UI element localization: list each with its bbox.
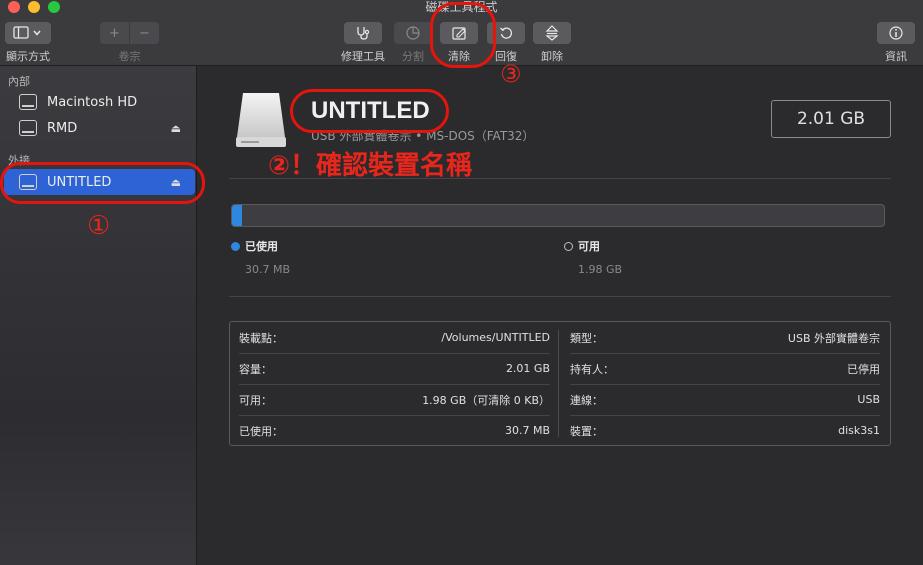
info-row-connection: 連線： USB [570,384,880,415]
used-label: 已使用 [245,240,278,253]
info-value: 30.7 MB [504,424,550,437]
info-key: 裝置： [570,424,603,438]
unmount-icon [545,25,559,41]
info-row-device: 裝置： disk3s1 [570,415,880,446]
info-key: 持有人： [570,362,614,376]
sidebar-toggle-icon [13,26,41,39]
partition-label: 分割 [402,50,424,63]
usage-bar [231,204,885,227]
info-key: 連線： [570,393,603,407]
info-value: USB 外部實體卷宗 [787,331,880,345]
internal-disk-icon [19,94,37,110]
free-value: 1.98 GB [578,263,623,276]
annotation-step-2: ②！確認裝置名稱 [268,151,473,181]
info-value: 2.01 GB [505,362,550,375]
divider [229,296,891,297]
info-value: 已停用 [847,362,880,376]
info-key: 容量： [239,362,272,376]
info-value: USB [857,393,880,406]
info-row-used: 已使用： 30.7 MB [239,415,550,446]
info-value: disk3s1 [838,424,880,437]
stethoscope-icon [357,27,370,40]
used-dot-icon [231,242,240,251]
usage-bar-used [232,205,242,226]
used-value: 30.7 MB [245,263,291,276]
sidebar-item-label: RMD [47,120,78,136]
restore-icon [500,27,513,39]
info-value: /Volumes/UNTITLED [441,331,550,344]
info-key: 可用： [239,393,272,407]
sidebar-item-macintosh-hd[interactable]: Macintosh HD [4,89,195,115]
partition-button[interactable] [394,22,432,44]
view-control[interactable]: 顯示方式 [5,22,51,64]
first-aid-button[interactable] [344,22,382,44]
add-volume-button[interactable]: + [100,22,129,44]
annotation-step-3: ③ [500,60,522,88]
annotation-circle-volume-name [290,89,449,133]
volume-control: + − 卷宗 [100,22,159,64]
sidebar-item-rmd[interactable]: RMD ⏏ [4,115,195,141]
info-key: 已使用： [239,424,283,438]
free-dot-icon [564,242,573,251]
view-label: 顯示方式 [6,50,50,63]
volume-detail-pane: UNTITLED USB 外部實體卷宗 • MS-DOS（FAT32） 2.01… [198,66,923,565]
annotation-circle-erase [430,2,496,68]
first-aid-label: 修理工具 [341,50,385,63]
free-label: 可用 [578,240,600,253]
column-separator [558,330,559,437]
free-legend: 可用 1.98 GB [564,238,622,276]
view-button[interactable] [5,22,51,44]
used-legend: 已使用 30.7 MB [231,238,290,276]
remove-volume-button[interactable]: − [130,22,159,44]
capacity-badge: 2.01 GB [771,100,891,138]
info-row-capacity: 容量： 2.01 GB [239,353,550,384]
eject-icon[interactable]: ⏏ [171,122,181,135]
annotation-step-1: ① [87,211,111,241]
info-row-type: 類型： USB 外部實體卷宗 [570,322,880,353]
partition-control[interactable]: 分割 [394,22,432,64]
info-key: 類型： [570,331,603,345]
external-drive-icon [236,93,286,147]
info-row-mount-point: 裝載點： /Volumes/UNTITLED [239,322,550,353]
unmount-button[interactable] [533,22,571,44]
internal-disk-icon [19,120,37,136]
info-control[interactable]: 資訊 [877,22,915,64]
info-label: 資訊 [885,50,907,63]
info-icon [889,26,903,40]
sidebar-section-internal: 內部 [8,75,30,88]
sidebar: 內部 Macintosh HD RMD ⏏ 外接 UNTITLED ⏏ [0,66,197,565]
info-button[interactable] [877,22,915,44]
unmount-control[interactable]: 卸除 [533,22,571,64]
info-row-owners: 持有人： 已停用 [570,353,880,384]
info-row-available: 可用： 1.98 GB（可清除 0 KB） [239,384,550,415]
volume-label: 卷宗 [118,50,141,63]
info-table: 裝載點： /Volumes/UNTITLED 容量： 2.01 GB 可用： 1… [229,321,891,446]
info-value: 1.98 GB（可清除 0 KB） [422,393,550,407]
annotation-circle-sidebar [0,162,205,204]
pie-chart-icon [406,26,420,40]
sidebar-item-label: Macintosh HD [47,94,138,110]
info-key: 裝載點： [239,331,283,345]
first-aid-control[interactable]: 修理工具 [341,22,385,64]
unmount-label: 卸除 [541,50,563,63]
